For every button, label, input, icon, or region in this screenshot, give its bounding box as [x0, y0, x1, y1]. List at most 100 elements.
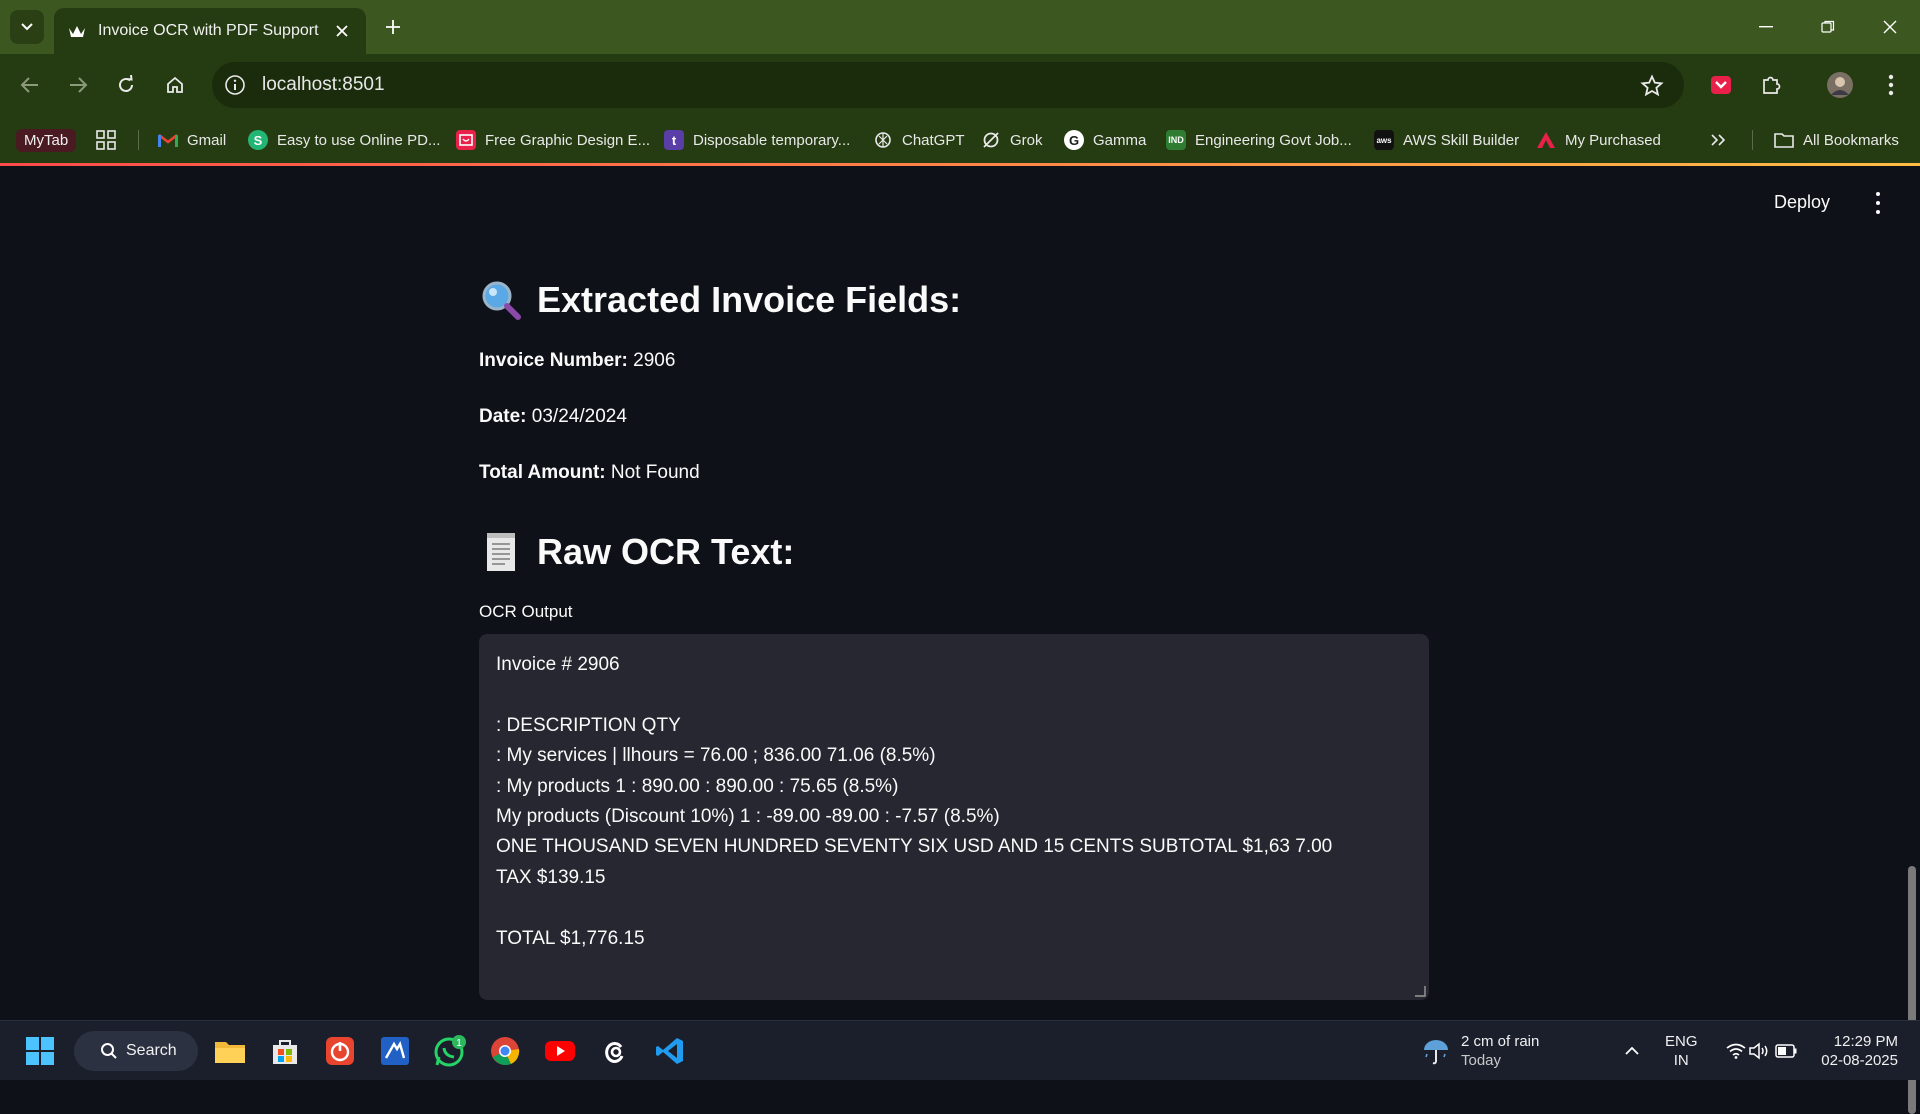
- bookmark-pdf[interactable]: S Easy to use Online PD...: [248, 124, 440, 156]
- ocr-line: Invoice # 2906: [496, 654, 620, 675]
- deploy-button[interactable]: Deploy: [1774, 192, 1830, 213]
- all-bookmarks-button[interactable]: All Bookmarks: [1774, 124, 1899, 156]
- battery-status[interactable]: [1766, 1031, 1806, 1071]
- info-icon[interactable]: [224, 74, 246, 96]
- clock-time: 12:29 PM: [1833, 1033, 1898, 1050]
- store-icon: [273, 1040, 297, 1064]
- ocr-line: My products (Discount 10%) 1 : -89.00 -8…: [496, 805, 1000, 827]
- bookmark-mytab-label: MyTab: [16, 128, 77, 152]
- bookmark-chatgpt[interactable]: ChatGPT: [873, 124, 965, 156]
- weather-widget[interactable]: [1416, 1031, 1456, 1071]
- bookmark-gamma[interactable]: G Gamma: [1064, 124, 1146, 156]
- grid-icon: [96, 130, 116, 150]
- extracted-fields-heading: Extracted Invoice Fields:: [479, 278, 961, 322]
- bookmark-disposable[interactable]: t Disposable temporary...: [664, 124, 850, 156]
- bookmarks-bar: MyTab Gmail S Easy to use Online PD... F…: [0, 116, 1920, 164]
- rain-umbrella-icon: [1424, 1040, 1448, 1065]
- all-bookmarks-label: All Bookmarks: [1803, 131, 1899, 149]
- edit-app-icon: [381, 1037, 409, 1065]
- power-icon: [326, 1037, 354, 1065]
- minimize-button[interactable]: [1746, 12, 1786, 42]
- ocr-line: [496, 893, 1412, 923]
- weather-line2: Today: [1461, 1052, 1502, 1069]
- vscode-app[interactable]: [650, 1031, 690, 1071]
- document-icon: [487, 533, 515, 571]
- tab-title: Invoice OCR with PDF Support: [98, 22, 319, 39]
- browser-tab-active[interactable]: Invoice OCR with PDF Support: [54, 8, 366, 54]
- show-hidden-icons-button[interactable]: [1612, 1031, 1652, 1071]
- tab-search-button[interactable]: [10, 10, 44, 44]
- chrome-app[interactable]: [485, 1031, 525, 1071]
- bookmark-purchased[interactable]: My Purchased: [1536, 124, 1661, 156]
- raw-ocr-heading: Raw OCR Text:: [479, 530, 794, 574]
- reload-button[interactable]: [111, 70, 141, 100]
- invoice-number-label: Invoice Number:: [479, 350, 628, 371]
- taskbar-search[interactable]: Search: [74, 1031, 198, 1071]
- microsoft-store-app[interactable]: [265, 1031, 305, 1071]
- restore-button[interactable]: [1808, 12, 1848, 42]
- bookmark-engineering-label: Engineering Govt Job...: [1195, 131, 1352, 149]
- chatgpt-icon: [873, 130, 893, 150]
- back-button[interactable]: [15, 70, 45, 100]
- bookmark-mytab[interactable]: MyTab: [16, 124, 77, 156]
- weather-text[interactable]: 2 cm of rain Today: [1461, 1032, 1539, 1070]
- extensions-button[interactable]: [1756, 70, 1786, 100]
- ocr-line: TAX $139.15: [496, 866, 606, 888]
- whatsapp-app[interactable]: 1: [430, 1031, 470, 1071]
- bookmark-grok[interactable]: Grok: [981, 124, 1043, 156]
- app-menu-button[interactable]: [1868, 192, 1888, 214]
- browser-toolbar: localhost:8501: [0, 54, 1920, 116]
- url-text[interactable]: localhost:8501: [262, 74, 385, 96]
- ocr-output-textarea[interactable]: Invoice # 2906 : DESCRIPTION QTY : My se…: [479, 634, 1429, 1000]
- power-app[interactable]: [320, 1031, 360, 1071]
- bookmark-graphic-design[interactable]: Free Graphic Design E...: [456, 124, 650, 156]
- close-window-button[interactable]: [1870, 12, 1910, 42]
- app-main: Deploy Extracted Invoice Fields: Invoice…: [0, 166, 1920, 1114]
- browser-menu-button[interactable]: [1876, 70, 1906, 100]
- bookmark-aws[interactable]: aws AWS Skill Builder: [1374, 124, 1519, 156]
- profile-avatar[interactable]: [1825, 70, 1855, 100]
- taskbar-search-label: Search: [126, 1042, 177, 1059]
- more-bookmarks-button[interactable]: [1710, 124, 1726, 156]
- tab-close-icon[interactable]: [332, 21, 352, 41]
- editor-app[interactable]: [375, 1031, 415, 1071]
- address-bar[interactable]: localhost:8501: [212, 62, 1684, 108]
- threads-app[interactable]: [595, 1031, 635, 1071]
- temp-mail-icon: t: [664, 130, 684, 150]
- aws-icon: aws: [1374, 130, 1394, 150]
- bookmark-gamma-label: Gamma: [1093, 131, 1147, 149]
- puzzle-icon: [1763, 76, 1781, 94]
- bookmark-separator: [138, 130, 139, 150]
- bookmark-disposable-label: Disposable temporary...: [693, 131, 851, 149]
- reload-icon: [119, 75, 133, 92]
- gamma-icon: G: [1064, 130, 1084, 150]
- smallpdf-icon: S: [248, 130, 268, 150]
- ocr-line: ONE THOUSAND SEVEN HUNDRED SEVENTY SIX U…: [496, 836, 1333, 858]
- vscode-icon: [656, 1038, 683, 1064]
- bookmark-engineering[interactable]: IND Engineering Govt Job...: [1166, 124, 1352, 156]
- kebab-menu-icon: [1888, 74, 1894, 96]
- clock[interactable]: 12:29 PM 02-08-2025: [1818, 1032, 1898, 1070]
- battery-icon: [1775, 1044, 1797, 1058]
- plus-icon: [386, 20, 400, 34]
- home-button[interactable]: [160, 70, 190, 100]
- new-tab-button[interactable]: [380, 14, 406, 40]
- start-button[interactable]: [20, 1031, 60, 1071]
- bookmark-graphic-label: Free Graphic Design E...: [485, 131, 651, 149]
- pocket-extension-button[interactable]: [1706, 70, 1736, 100]
- adobe-icon: [1536, 130, 1556, 150]
- youtube-app[interactable]: [540, 1031, 580, 1071]
- apps-grid-button[interactable]: [96, 124, 116, 156]
- ocr-output-label: OCR Output: [479, 602, 573, 621]
- star-icon[interactable]: [1640, 74, 1664, 98]
- file-explorer-app[interactable]: [210, 1031, 250, 1071]
- bookmark-gmail[interactable]: Gmail: [158, 124, 226, 156]
- streamlit-crown-icon: [69, 26, 85, 37]
- language-indicator[interactable]: ENG IN: [1665, 1032, 1698, 1070]
- folder-icon: [215, 1042, 245, 1063]
- windows-taskbar: Search 1 2 cm of rain Today ENG IN 12:29…: [0, 1020, 1920, 1080]
- engineering-jobs-icon: IND: [1166, 130, 1186, 150]
- forward-button[interactable]: [63, 70, 93, 100]
- weather-line1: 2 cm of rain: [1461, 1033, 1540, 1050]
- resize-handle-icon[interactable]: [1413, 984, 1427, 998]
